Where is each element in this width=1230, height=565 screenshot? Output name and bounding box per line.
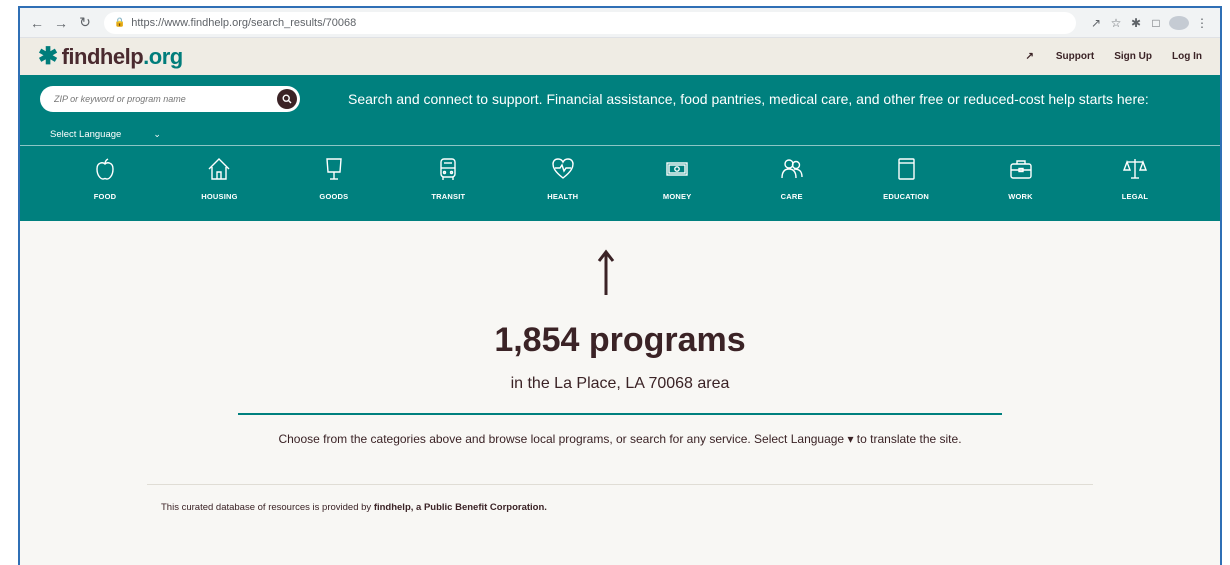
category-work[interactable]: WORK: [976, 156, 1066, 201]
provider-name[interactable]: findhelp, a Public Benefit Corporation.: [374, 502, 547, 513]
teal-divider: [238, 413, 1002, 415]
search-row: Search and connect to support. Financial…: [20, 75, 1220, 123]
site-header: ✱ findhelp .org ↗ Support Sign Up Log In: [20, 38, 1220, 75]
lamp-icon: [326, 158, 342, 180]
chevron-down-icon: ⌄: [153, 128, 161, 139]
program-count: 1,854 programs: [494, 321, 746, 359]
provider-prefix: This curated database of resources is pr…: [161, 502, 374, 513]
area-text: in the La Place, LA 70068 area: [510, 375, 730, 392]
asterisk-logo-icon: ✱: [38, 43, 58, 70]
category-label: EDUCATION: [883, 192, 929, 201]
category-legal[interactable]: LEGAL: [1090, 156, 1180, 201]
logo-text: findhelp: [61, 43, 144, 69]
share-icon[interactable]: ↗: [1086, 16, 1106, 30]
menu-kebab-icon[interactable]: ⋮: [1192, 16, 1212, 30]
search-icon: [282, 94, 292, 104]
provider-credit: This curated database of resources is pr…: [161, 502, 547, 513]
category-label: CARE: [780, 192, 803, 201]
scales-icon: [1122, 159, 1147, 179]
category-label: MONEY: [662, 192, 692, 201]
category-education[interactable]: EDUCATION: [861, 156, 951, 201]
category-money[interactable]: MONEY: [632, 156, 722, 201]
browser-toolbar: ← → ↻ 🔒 https://www.findhelp.org/search_…: [20, 8, 1220, 38]
support-label: Support: [1055, 51, 1095, 62]
address-bar[interactable]: 🔒 https://www.findhelp.org/search_result…: [104, 11, 1076, 34]
category-label: HEALTH: [547, 192, 579, 201]
browser-actions: ↗ ☆ ✱ □ ⋮: [1086, 15, 1212, 30]
category-label: HOUSING: [201, 192, 238, 201]
browser-window: ← → ↻ 🔒 https://www.findhelp.org/search_…: [18, 6, 1222, 565]
category-label: WORK: [1008, 192, 1033, 201]
side-panel-icon[interactable]: □: [1146, 16, 1166, 30]
category-transit[interactable]: TRANSIT: [403, 156, 493, 201]
language-label: Select Language: [50, 128, 122, 140]
forward-icon[interactable]: →: [52, 14, 70, 32]
search-box: [40, 86, 300, 112]
findhelp-logo[interactable]: ✱ findhelp .org: [38, 42, 183, 71]
header-nav: ↗ Support Sign Up Log In: [986, 51, 1203, 62]
external-link-icon: ↗: [1025, 51, 1034, 62]
reload-icon[interactable]: ↻: [76, 14, 94, 32]
briefcase-icon: [1009, 160, 1032, 179]
search-input[interactable]: [52, 93, 256, 105]
category-label: FOOD: [93, 192, 117, 201]
category-food[interactable]: FOOD: [60, 156, 150, 201]
url-text: https://www.findhelp.org/search_results/…: [131, 16, 357, 29]
category-label: GOODS: [319, 192, 349, 201]
book-icon: [898, 158, 915, 180]
sign-up-link[interactable]: Sign Up: [1114, 51, 1152, 62]
instruction-text: Choose from the categories above and bro…: [278, 432, 962, 446]
support-link[interactable]: ↗ Support: [1006, 51, 1095, 62]
log-in-link[interactable]: Log In: [1172, 51, 1202, 62]
money-icon: [666, 162, 688, 176]
logo-tld: .org: [143, 43, 183, 69]
category-housing[interactable]: HOUSING: [174, 156, 264, 201]
category-label: LEGAL: [1121, 192, 1149, 201]
footer-divider: [147, 484, 1093, 485]
bus-icon: [440, 158, 457, 180]
tagline: Search and connect to support. Financial…: [348, 91, 1149, 107]
search-band: Search and connect to support. Financial…: [20, 75, 1220, 221]
category-goods[interactable]: GOODS: [289, 156, 379, 201]
category-care[interactable]: CARE: [747, 156, 837, 201]
heart-icon: [552, 158, 574, 179]
arrow-up-icon: [597, 249, 615, 295]
category-label: TRANSIT: [431, 192, 466, 201]
language-selector[interactable]: Select Language ⌄: [20, 123, 1220, 146]
results-main: 1,854 programs in the La Place, LA 70068…: [20, 221, 1220, 538]
house-icon: [208, 158, 230, 180]
profile-avatar[interactable]: [1169, 15, 1189, 30]
lock-icon: 🔒: [114, 17, 126, 27]
back-icon[interactable]: ←: [28, 14, 46, 32]
extensions-icon[interactable]: ✱: [1126, 16, 1146, 30]
category-health[interactable]: HEALTH: [518, 156, 608, 201]
people-icon: [780, 159, 803, 179]
bookmark-star-icon[interactable]: ☆: [1106, 16, 1126, 30]
search-button[interactable]: [277, 89, 297, 109]
category-nav: FOOD HOUSING GOODS TRANSIT HEALTH MONEY: [20, 146, 1220, 201]
apple-icon: [96, 158, 114, 180]
